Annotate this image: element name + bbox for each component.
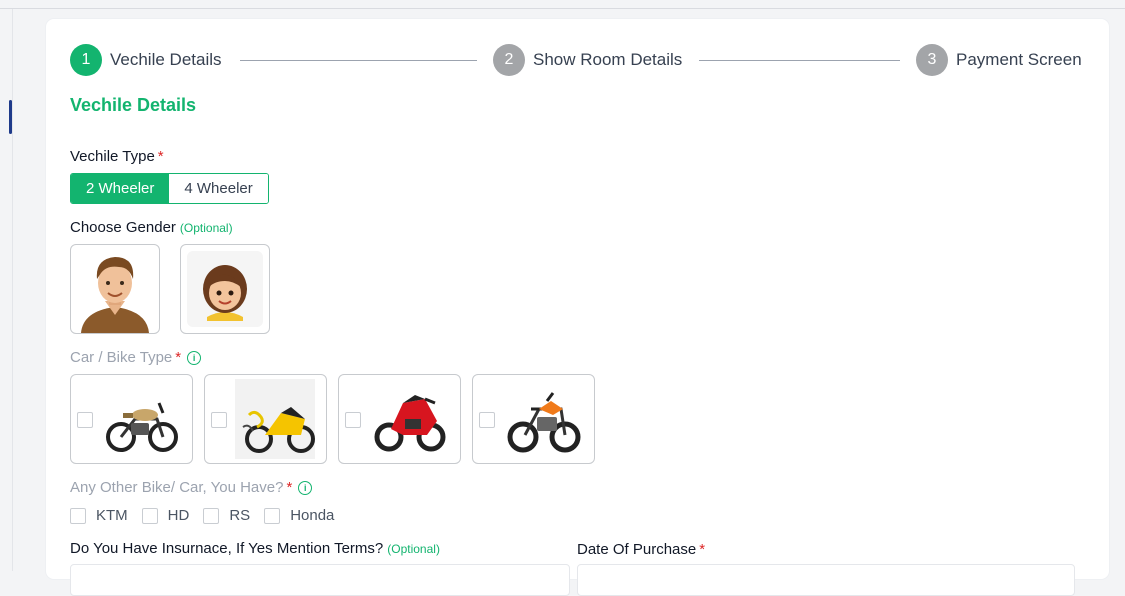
- checkbox-label: KTM: [96, 507, 128, 524]
- step-2-label: Show Room Details: [533, 50, 683, 69]
- step-payment-screen[interactable]: 3 Payment Screen: [916, 44, 1082, 76]
- other-vehicle-label-text: Any Other Bike/ Car, You Have?: [70, 479, 284, 496]
- step-connector: [240, 60, 477, 61]
- gender-option-male[interactable]: [70, 244, 160, 334]
- male-avatar-icon: [81, 257, 149, 333]
- bike-option-checkbox[interactable]: [211, 412, 227, 428]
- red-sport-bike-icon: [374, 395, 446, 452]
- insurance-label: Do You Have Insurnace, If Yes Mention Te…: [70, 540, 440, 557]
- gender-label-text: Choose Gender: [70, 219, 176, 236]
- insurance-label-text: Do You Have Insurnace, If Yes Mention Te…: [70, 540, 384, 557]
- bike-option-yellow-sport[interactable]: [204, 374, 327, 464]
- optional-tag: (Optional): [387, 542, 440, 556]
- step-3-number: 3: [916, 44, 948, 76]
- step-3-label: Payment Screen: [956, 50, 1082, 69]
- bike-type-label-text: Car / Bike Type: [70, 349, 173, 366]
- option-4-wheeler[interactable]: 4 Wheeler: [169, 174, 268, 203]
- purchase-date-label: Date Of Purchase *: [577, 541, 705, 558]
- required-mark: *: [286, 479, 293, 496]
- step-show-room-details[interactable]: 2 Show Room Details: [493, 44, 682, 76]
- checkbox-honda[interactable]: Honda: [264, 507, 334, 524]
- vehicle-form-card: 1 Vechile Details 2 Show Room Details 3 …: [46, 19, 1109, 596]
- checkbox-hd[interactable]: HD: [141, 507, 190, 524]
- stepper: 1 Vechile Details 2 Show Room Details 3 …: [70, 44, 1090, 76]
- optional-tag: (Optional): [179, 221, 233, 235]
- vehicle-type-label-text: Vechile Type: [70, 148, 155, 165]
- option-2-wheeler[interactable]: 2 Wheeler: [71, 174, 170, 203]
- step-vehicle-details[interactable]: 1 Vechile Details: [70, 44, 222, 76]
- checkbox-box[interactable]: [141, 507, 158, 524]
- vehicle-type-toggle: 2 Wheeler 4 Wheeler: [70, 173, 269, 204]
- checkbox-label: Honda: [290, 507, 335, 524]
- checkbox-box[interactable]: [264, 507, 281, 524]
- checkbox-box[interactable]: [70, 507, 86, 524]
- checkbox-label: HD: [167, 507, 190, 524]
- bike-option-checkbox[interactable]: [479, 412, 495, 428]
- step-2-number: 2: [493, 44, 525, 76]
- checkbox-box[interactable]: [203, 507, 220, 524]
- step-connector: [699, 60, 900, 61]
- yellow-sport-bike-icon: [235, 379, 315, 459]
- female-avatar-icon: [187, 251, 263, 327]
- purchase-date-input[interactable]: [577, 564, 1075, 596]
- top-divider: [0, 8, 1125, 9]
- vehicle-type-label: Vechile Type *: [70, 148, 164, 165]
- bike-option-classic[interactable]: [70, 374, 193, 464]
- checkbox-label: RS: [229, 507, 251, 524]
- other-vehicle-label: Any Other Bike/ Car, You Have? * i: [70, 479, 313, 496]
- step-1-number: 1: [70, 44, 102, 76]
- checkbox-ktm[interactable]: KTM: [70, 507, 128, 524]
- insurance-input[interactable]: [70, 564, 570, 596]
- naked-street-bike-icon: [507, 392, 581, 453]
- other-vehicle-options: KTM HD RS Honda: [70, 507, 348, 524]
- required-mark: *: [157, 148, 164, 165]
- bike-option-checkbox[interactable]: [345, 412, 361, 428]
- bike-option-checkbox[interactable]: [77, 412, 93, 428]
- checkbox-rs[interactable]: RS: [203, 507, 250, 524]
- left-sidebar-edge: [0, 9, 13, 571]
- gender-label: Choose Gender (Optional): [70, 219, 233, 236]
- required-mark: *: [699, 541, 706, 558]
- step-1-label: Vechile Details: [110, 50, 222, 69]
- info-icon[interactable]: i: [298, 481, 313, 495]
- sidebar-active-indicator: [9, 100, 12, 134]
- info-icon[interactable]: i: [187, 351, 202, 365]
- classic-bike-icon: [106, 402, 178, 452]
- required-mark: *: [175, 349, 182, 366]
- bike-type-label: Car / Bike Type * i: [70, 349, 202, 366]
- gender-option-female[interactable]: [180, 244, 270, 334]
- section-title: Vechile Details: [70, 95, 197, 115]
- bike-option-naked-street[interactable]: [472, 374, 595, 464]
- bike-option-red-sport[interactable]: [338, 374, 461, 464]
- purchase-date-label-text: Date Of Purchase: [577, 541, 697, 558]
